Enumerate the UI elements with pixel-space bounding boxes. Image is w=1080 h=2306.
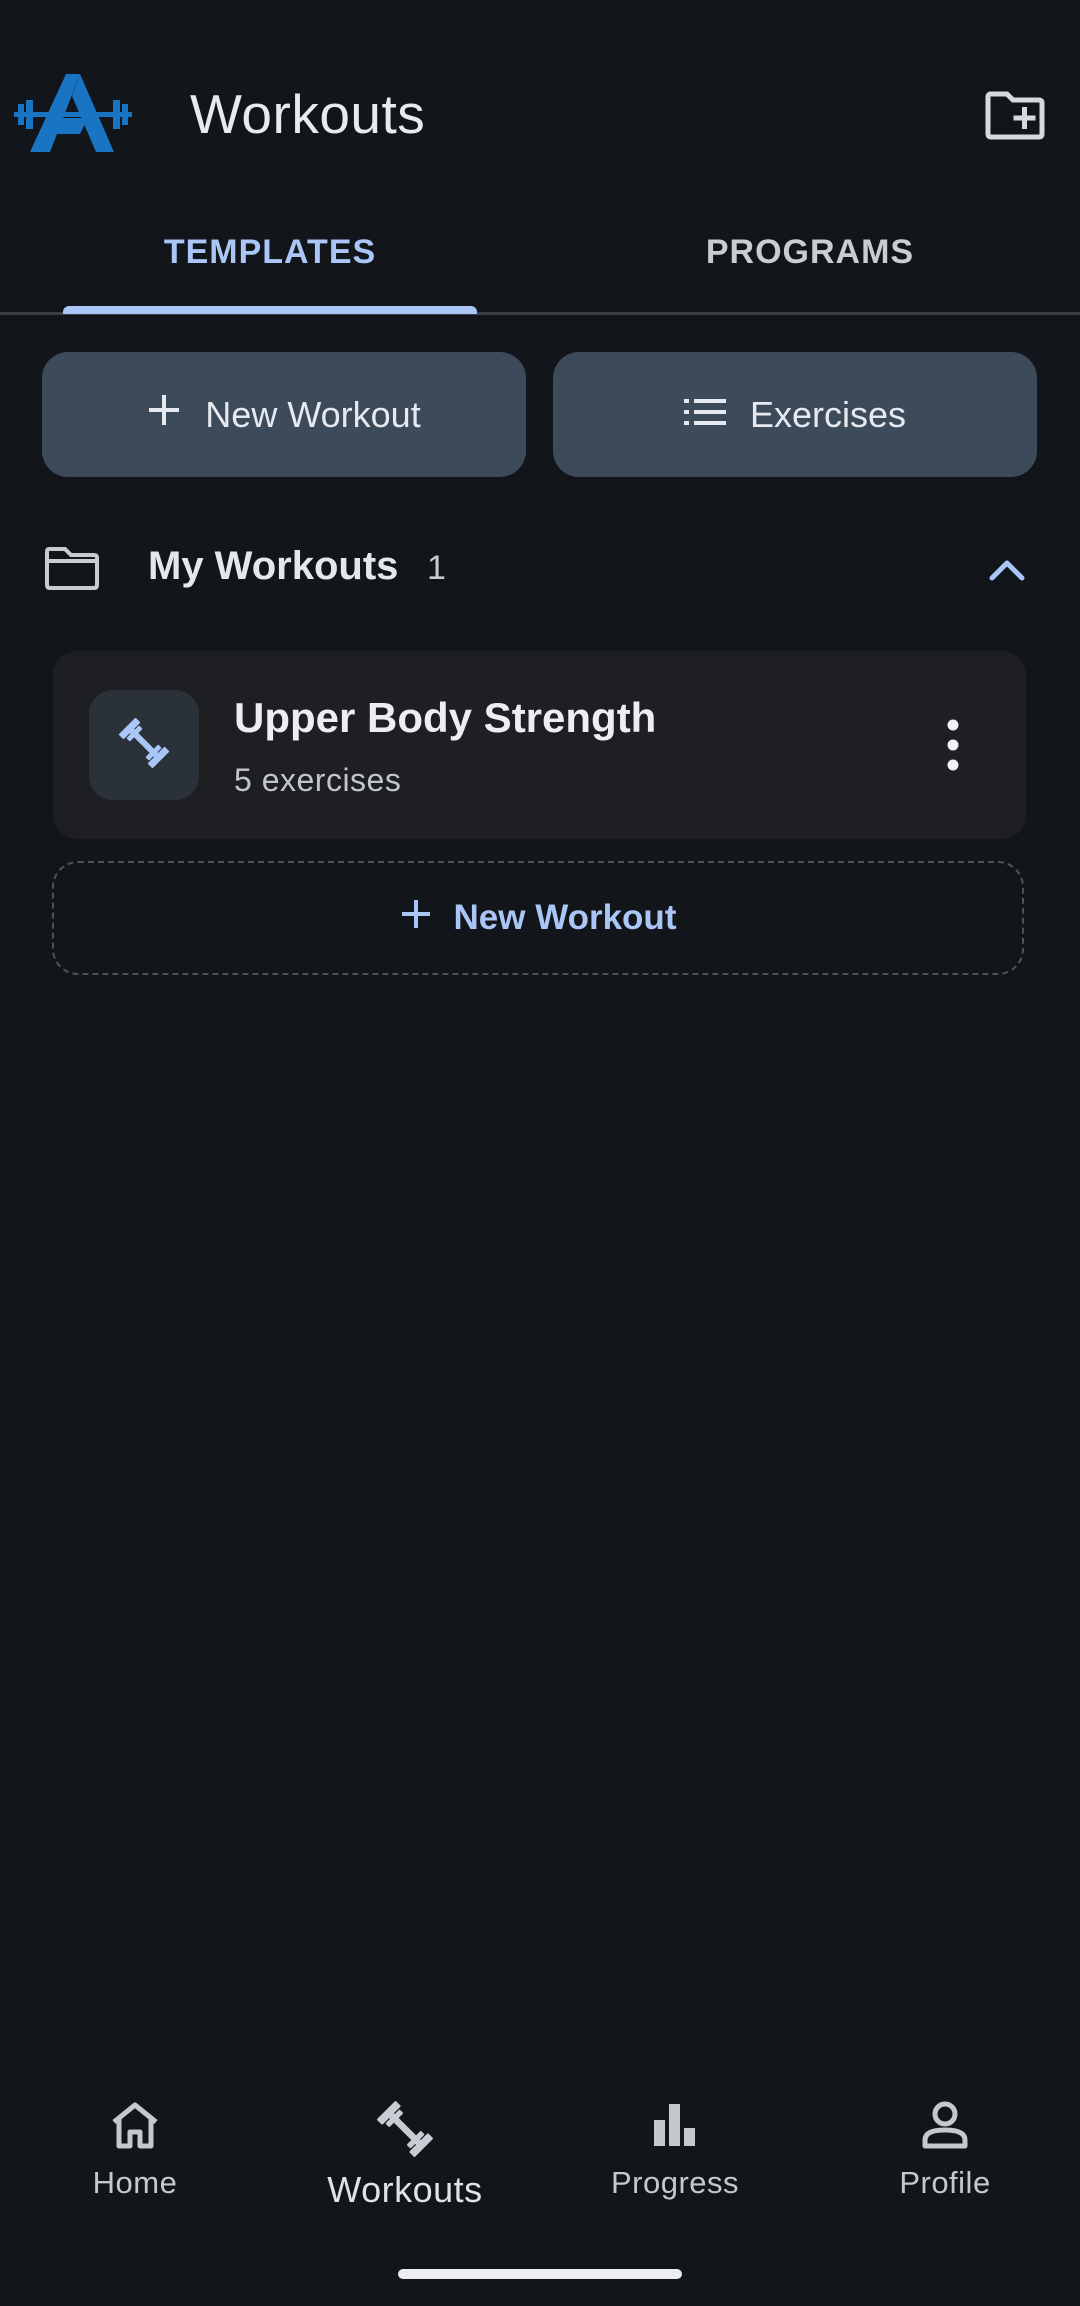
bar-chart-icon xyxy=(650,2100,700,2155)
page-title: Workouts xyxy=(190,83,426,145)
dumbbell-icon xyxy=(118,717,170,774)
nav-progress-label: Progress xyxy=(610,2165,740,2200)
nav-profile[interactable]: Profile xyxy=(810,2100,1080,2230)
nav-home-label: Home xyxy=(92,2165,178,2200)
active-tab-indicator xyxy=(63,306,477,314)
add-workout-label: New Workout xyxy=(453,898,677,937)
plus-icon xyxy=(147,393,181,436)
section-title: My Workouts xyxy=(148,544,399,588)
home-indicator[interactable] xyxy=(398,2269,682,2279)
folder-icon xyxy=(44,545,100,591)
new-workout-button[interactable]: New Workout xyxy=(42,352,526,477)
add-workout-button[interactable]: New Workout xyxy=(52,861,1024,975)
exercises-label: Exercises xyxy=(749,393,907,435)
nav-workouts[interactable]: Workouts xyxy=(270,2100,540,2230)
nav-profile-label: Profile xyxy=(899,2165,991,2200)
workout-thumbnail xyxy=(89,690,199,800)
tab-templates[interactable]: TEMPLATES xyxy=(0,220,540,294)
nav-progress[interactable]: Progress xyxy=(540,2100,810,2230)
nav-home[interactable]: Home xyxy=(0,2100,270,2230)
workout-exercise-count: 5 exercises xyxy=(234,762,402,798)
list-icon xyxy=(683,394,726,436)
app-logo xyxy=(14,74,132,158)
exercises-button[interactable]: Exercises xyxy=(553,352,1037,477)
new-workout-label: New Workout xyxy=(205,393,421,435)
nav-workouts-label: Workouts xyxy=(327,2169,483,2210)
section-count: 1 xyxy=(427,549,446,587)
tab-programs[interactable]: PROGRAMS xyxy=(540,220,1080,294)
plus-icon xyxy=(400,898,432,939)
workout-name: Upper Body Strength xyxy=(234,694,657,741)
chevron-up-icon[interactable] xyxy=(982,548,1032,588)
home-icon xyxy=(108,2100,162,2155)
folder-plus-icon[interactable] xyxy=(985,88,1045,140)
person-icon xyxy=(920,2100,970,2155)
more-vert-icon[interactable] xyxy=(935,715,971,775)
dumbbell-icon xyxy=(376,2100,434,2163)
